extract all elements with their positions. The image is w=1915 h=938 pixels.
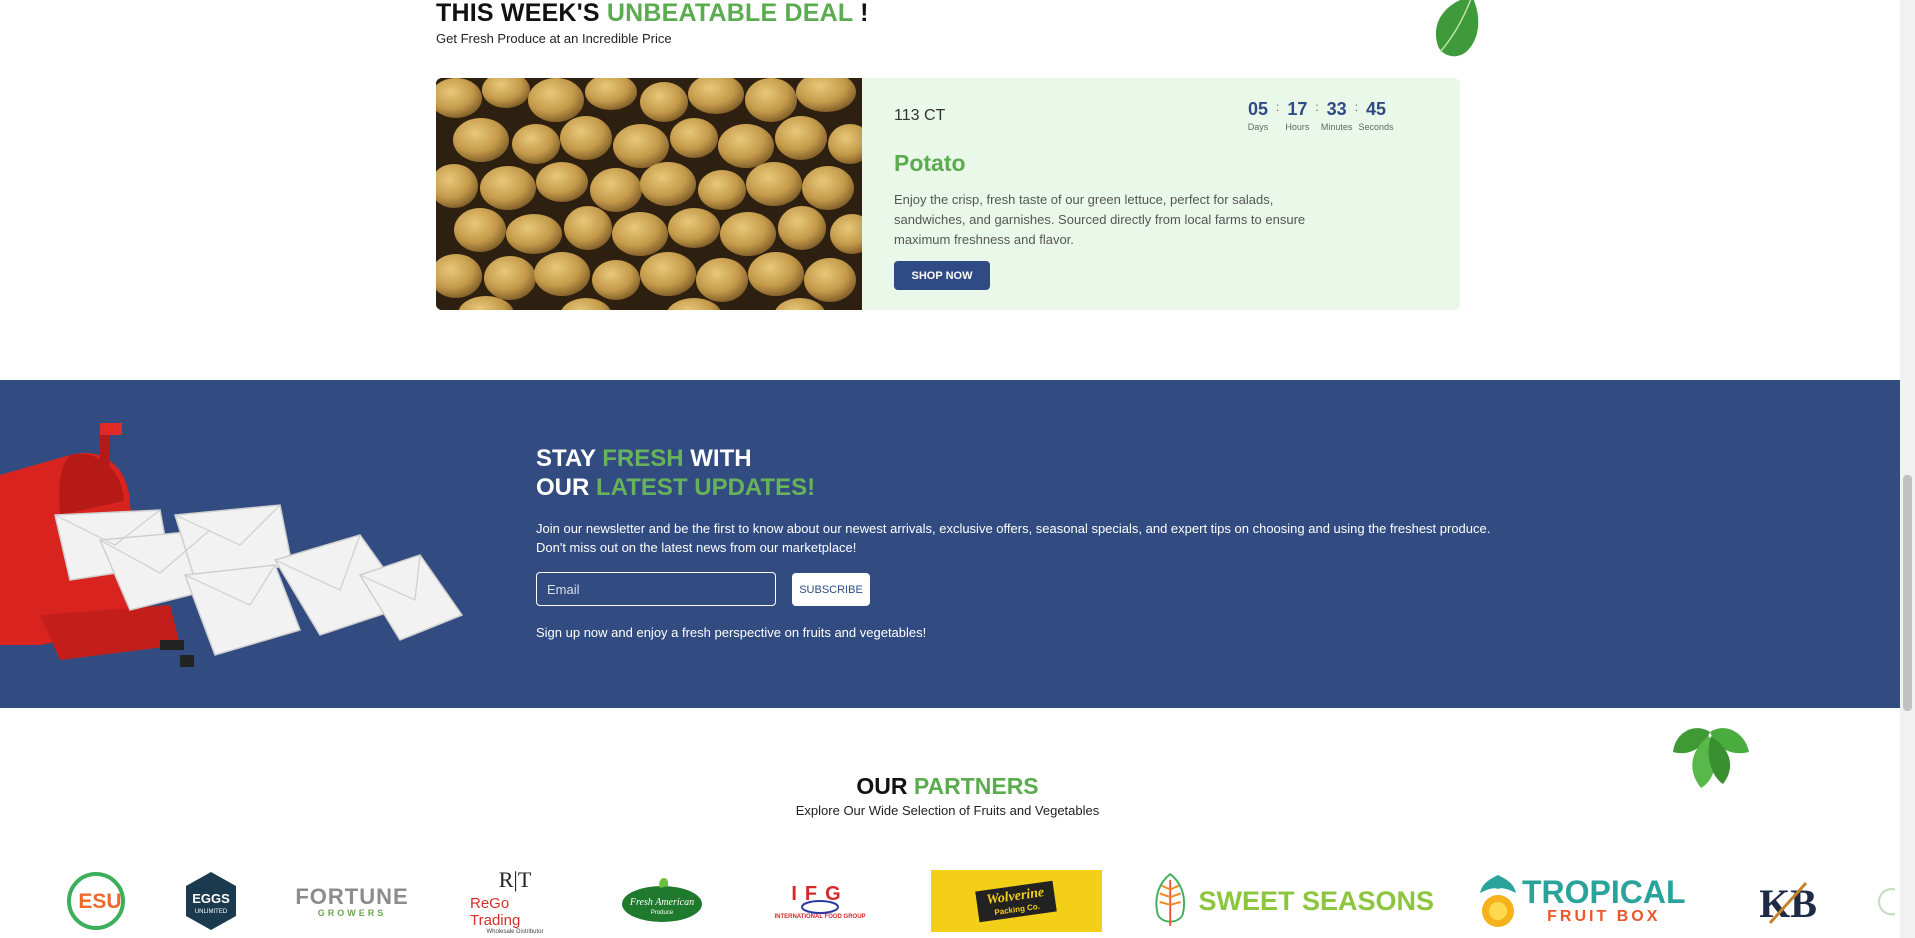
deal-title-highlight: UNBEATABLE DEAL [606,0,853,27]
title-word: WITH [690,445,752,472]
tropical-fruit-box-logo[interactable]: TROPICAL FRUIT BOX [1478,870,1714,932]
countdown-label: Days [1247,122,1269,132]
wolverine-logo-badge: Wolverine Packing Co. [975,880,1058,922]
partner-logo-partial[interactable] [1872,870,1895,932]
deal-subtitle: Get Fresh Produce at an Incredible Price [436,31,672,46]
partner-logo-carousel: ESU EGGS UNLIMITED FORTUNE GROWERS R|T R… [0,866,1895,938]
partial-logo-mark [1877,888,1895,916]
deal-title-suffix: ! [860,0,869,27]
eggs-logo-text: EGGS [192,891,230,906]
ifg-logo-text: INTERNATIONAL FOOD GROUP [774,913,866,920]
eggs-unlimited-logo[interactable]: EGGS UNLIMITED [180,870,242,932]
countdown-value: 45 [1366,99,1387,119]
newsletter-footer-text: Sign up now and enjoy a fresh perspectiv… [536,625,927,640]
sweet-seasons-logo[interactable]: SWEET SEASONS [1152,870,1434,932]
countdown-days: 05 Days [1236,98,1280,132]
esu-logo-mark: ESU [67,872,125,930]
countdown-seconds: 45 Seconds [1354,98,1398,132]
esu-logo-text: ESU [78,890,121,913]
rego-logo-mark: R|T [498,867,532,892]
deal-description: Enjoy the crisp, fresh taste of our gree… [894,192,1306,247]
partners-title-word: OUR [856,773,908,799]
countdown-timer: 05 Days : 17 Hours : 33 Minutes : 45 Sec… [1236,98,1398,132]
newsletter-title-line-1: STAY FRESH WITH [536,444,815,473]
rego-logo-text: ReGo Trading [470,895,521,929]
deal-count: 113 CT [894,107,946,124]
fresh-american-produce-logo[interactable]: Fresh American Produce [620,870,704,932]
title-word: STAY [536,445,596,472]
tropical-fruit-icon [1480,875,1516,927]
email-input[interactable] [536,572,776,606]
newsletter-title-line-2: OUR LATEST UPDATES! [536,473,815,502]
fortune-logo-text: FORTUNE [295,884,409,909]
countdown-value: 05 [1247,99,1269,119]
title-word: OUR [536,474,590,501]
deal-title-prefix: THIS WEEK'S [436,0,600,27]
countdown-value: 33 [1326,99,1347,119]
countdown-label: Minutes [1320,122,1353,132]
international-food-group-logo[interactable]: IFG INTERNATIONAL FOOD GROUP [762,870,878,932]
countdown-hours: 17 Hours [1275,98,1319,132]
partners-title: OUR PARTNERS [0,773,1895,800]
title-highlight: FRESH [602,445,684,472]
eggs-logo-subtext: UNLIMITED [195,909,228,915]
rego-trading-logo[interactable]: R|T ReGo Trading Wholesale Distributor [470,867,560,935]
subscribe-button[interactable]: SUBSCRIBE [792,573,870,606]
rego-logo-subtext: Wholesale Distributor [486,929,544,935]
deal-card: 113 CT Potato Enjoy the crisp, fresh tas… [436,78,1460,310]
potato-pile-illustration [436,78,862,310]
scrollbar-thumb[interactable] [1903,475,1912,711]
wolverine-packing-logo[interactable]: Wolverine Packing Co. [931,870,1102,932]
deal-title: THIS WEEK'S UNBEATABLE DEAL ! [436,0,869,26]
leaf-icon [1436,0,1479,57]
globe-icon [801,899,839,914]
esu-logo[interactable]: ESU [64,870,134,932]
newsletter-description: Join our newsletter and be the first to … [536,521,1491,555]
fresh-american-logo-mark: Fresh American Produce [622,877,702,922]
mailbox-illustration [0,423,464,667]
kb-logo-mark: KB [1760,881,1816,926]
potato-image [436,78,862,310]
page-scrollbar[interactable] [1900,0,1915,938]
sweet-seasons-leaf-icon [1155,872,1186,926]
fortune-logo-subtext: GROWERS [317,908,387,918]
tropical-logo-wordmark: TROPICAL FRUIT BOX [1522,876,1686,926]
countdown-value: 17 [1287,99,1308,119]
countdown-label: Seconds [1358,122,1394,132]
fortune-growers-logo[interactable]: FORTUNE GROWERS [295,870,409,932]
kb-logo[interactable]: KB [1760,870,1816,932]
shop-now-button[interactable]: SHOP NOW [894,261,990,290]
deal-product-name: Potato [894,150,966,176]
newsletter-title: STAY FRESH WITH OUR LATEST UPDATES! [536,444,815,502]
partners-subtitle: Explore Our Wide Selection of Fruits and… [795,803,1100,818]
tropical-logo-text: TROPICAL [1522,874,1686,910]
countdown-label: Hours [1285,122,1310,132]
countdown-minutes: 33 Minutes [1315,98,1359,132]
sweet-seasons-logo-text: SWEET SEASONS [1198,885,1434,916]
title-highlight: LATEST UPDATES! [596,474,816,501]
eggs-unlimited-logo-mark: EGGS UNLIMITED [186,872,236,930]
newsletter-section: STAY FRESH WITH OUR LATEST UPDATES! Join… [0,380,1900,708]
fresh-american-logo-text: Fresh American [629,897,694,908]
partners-title-highlight: PARTNERS [913,773,1039,799]
tropical-logo-subtext: FRUIT BOX [1547,908,1661,925]
fresh-american-logo-subtext: Produce [651,910,674,916]
